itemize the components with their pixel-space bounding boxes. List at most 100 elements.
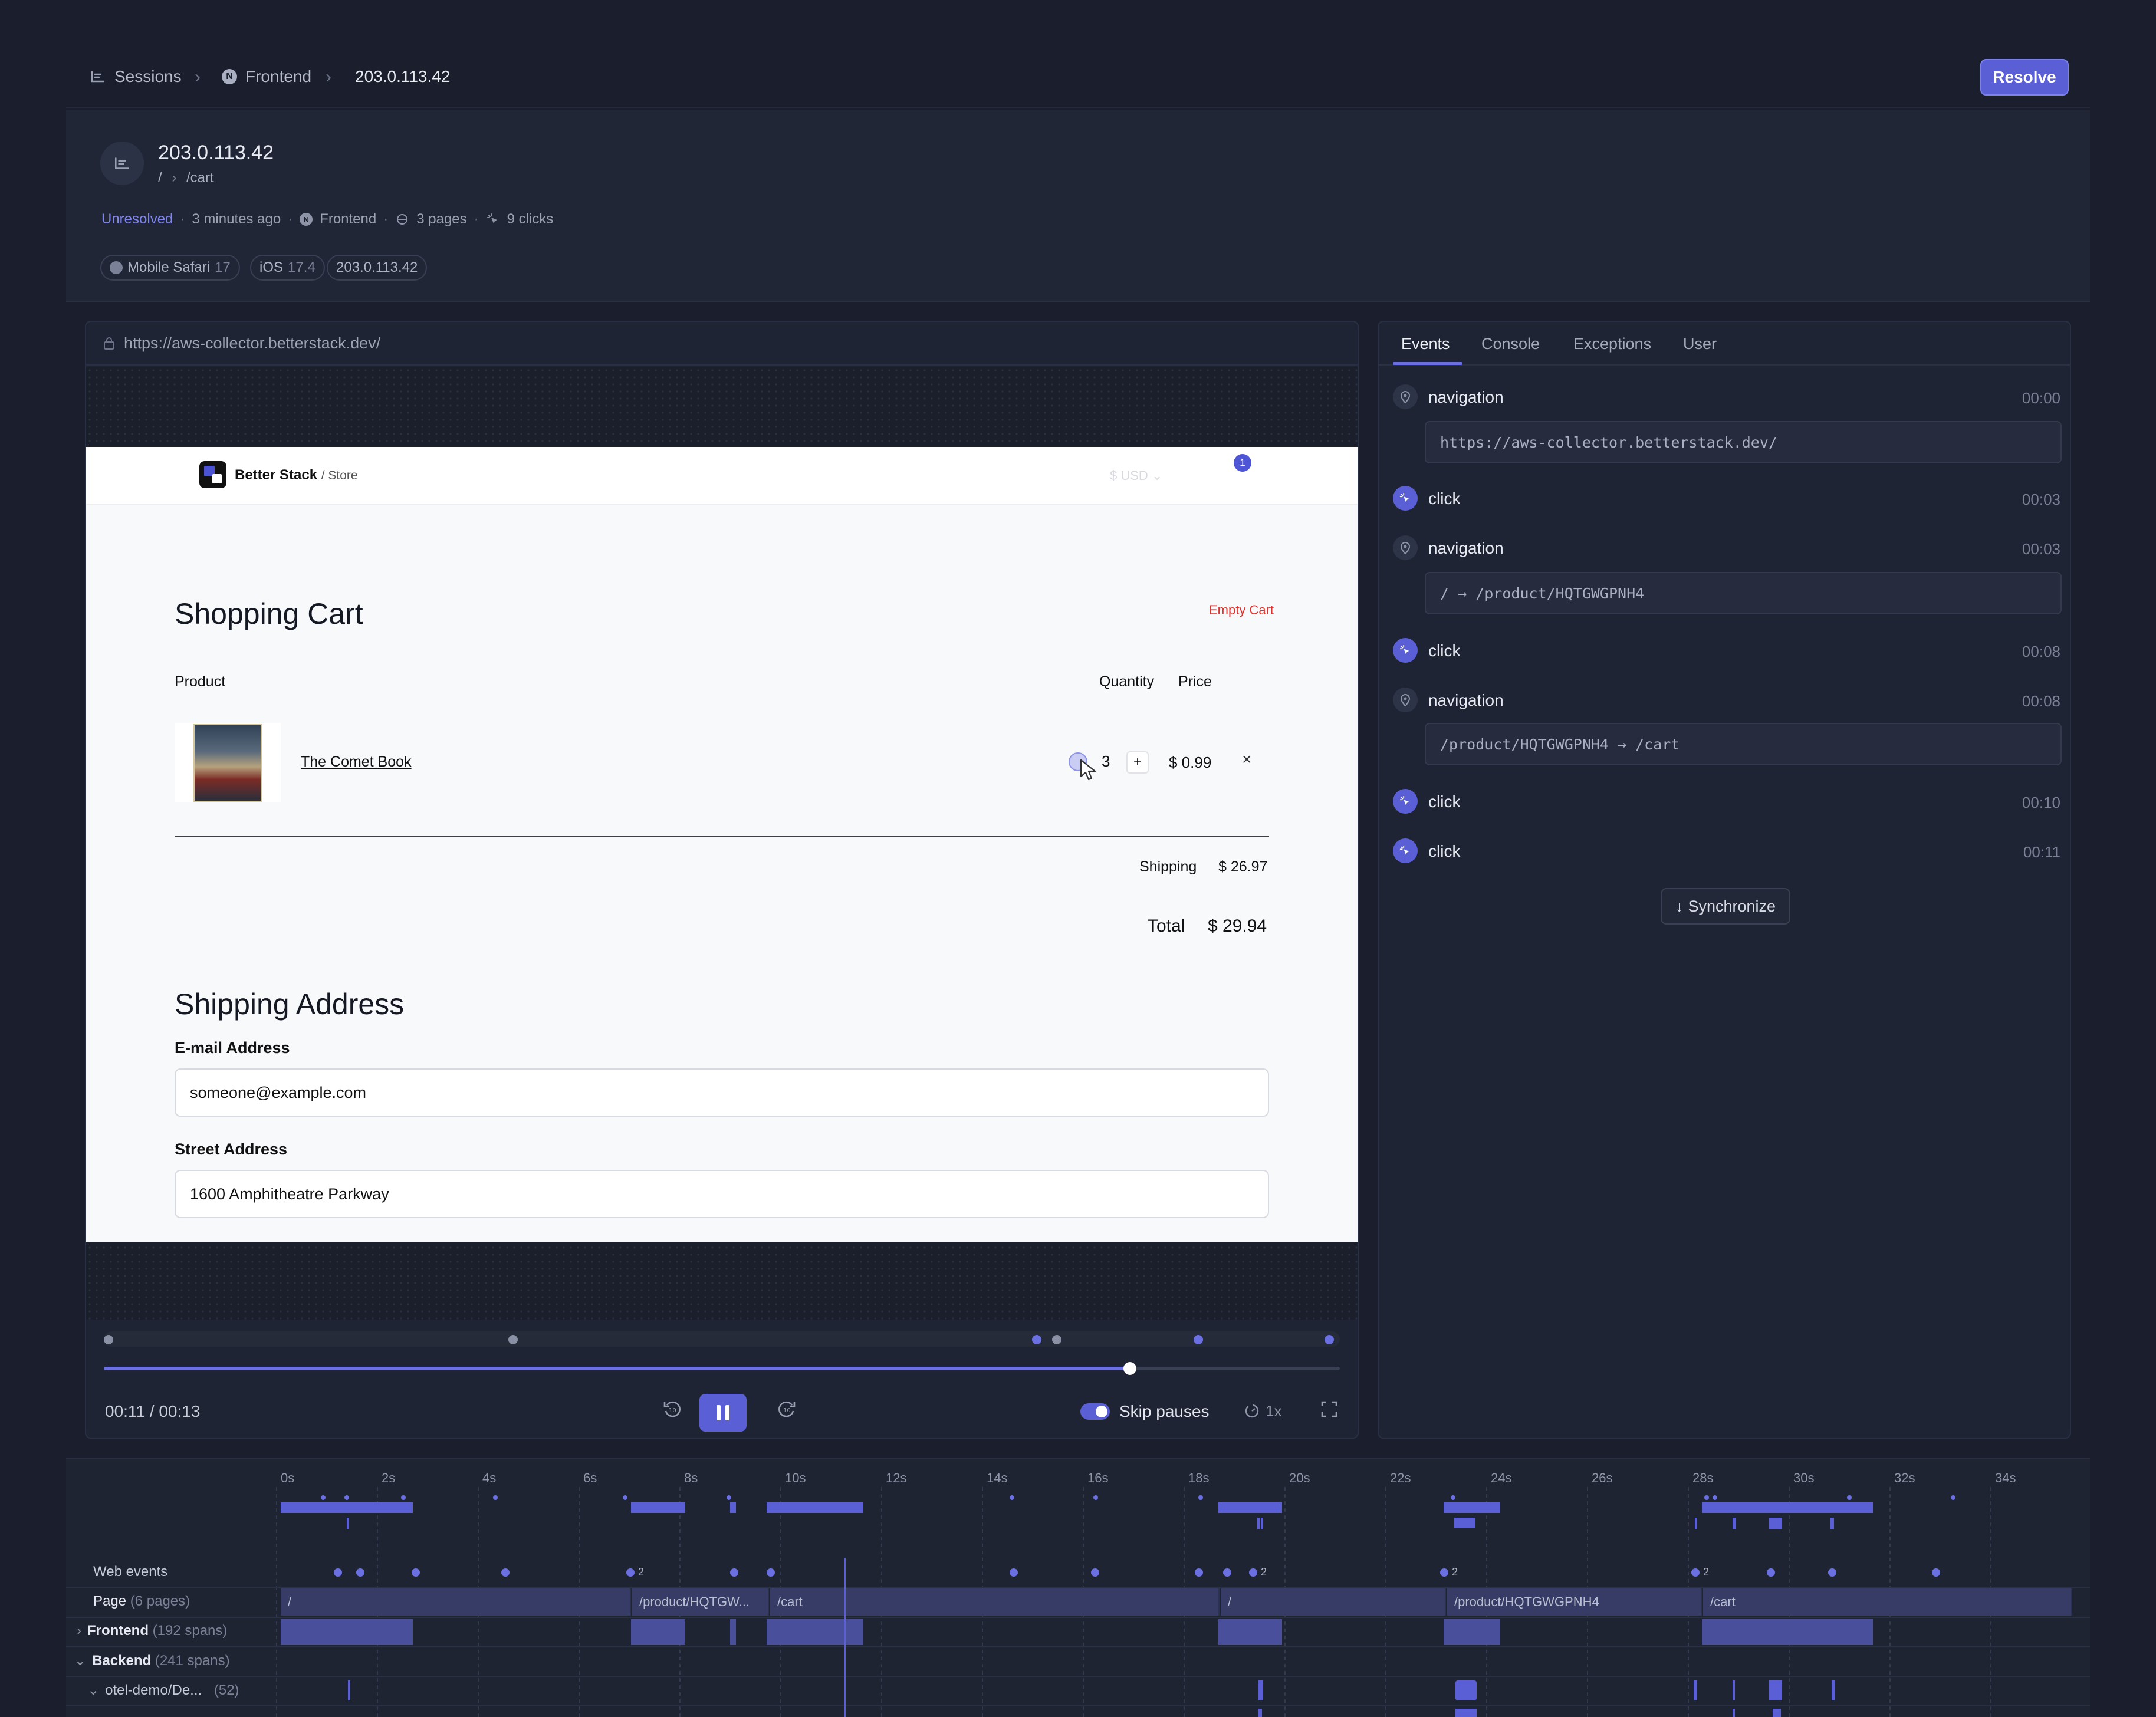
backend-span[interactable]: [1769, 1680, 1782, 1700]
overview-span[interactable]: [281, 1502, 413, 1513]
empty-cart-button[interactable]: Empty Cart: [1209, 603, 1274, 618]
web-event-dot[interactable]: [1691, 1568, 1700, 1577]
web-event-dot[interactable]: [334, 1568, 342, 1577]
web-event-dot[interactable]: [1828, 1568, 1836, 1577]
remove-item-button[interactable]: ×: [1242, 750, 1251, 769]
web-event-dot[interactable]: [1440, 1568, 1448, 1577]
overview-span[interactable]: [1830, 1518, 1834, 1529]
web-event-dot[interactable]: [730, 1568, 738, 1577]
page-segment[interactable]: /: [1221, 1588, 1446, 1616]
overview-span[interactable]: [1218, 1502, 1282, 1513]
web-event-dot[interactable]: [501, 1568, 510, 1577]
page-segment[interactable]: /cart: [770, 1588, 1220, 1616]
web-event-dot[interactable]: [356, 1568, 364, 1577]
overview-span[interactable]: [730, 1502, 736, 1513]
web-event-dot[interactable]: [1223, 1568, 1231, 1577]
web-event-dot[interactable]: [1767, 1568, 1775, 1577]
skip-pauses-toggle[interactable]: [1080, 1403, 1110, 1420]
web-event-dot[interactable]: [1010, 1568, 1018, 1577]
event-marker[interactable]: [104, 1335, 113, 1344]
event-marker[interactable]: [508, 1335, 518, 1344]
overview-span[interactable]: [1257, 1518, 1260, 1529]
event-type[interactable]: click: [1428, 792, 1460, 811]
backend-span[interactable]: [1455, 1680, 1477, 1700]
overview-span[interactable]: [1769, 1518, 1782, 1529]
frontend-span[interactable]: [631, 1619, 685, 1645]
overview-span[interactable]: [1702, 1502, 1873, 1513]
street-field[interactable]: 1600 Amphitheatre Parkway: [175, 1170, 1269, 1218]
overview-dot: [1713, 1495, 1717, 1500]
event-type[interactable]: navigation: [1428, 388, 1504, 407]
playback-speed[interactable]: 1x: [1243, 1402, 1281, 1420]
breadcrumb-project[interactable]: N Frontend: [222, 67, 311, 86]
overview-span[interactable]: [1444, 1502, 1500, 1513]
cart-count-badge[interactable]: 1: [1234, 454, 1251, 472]
overview-span[interactable]: [767, 1502, 863, 1513]
event-type[interactable]: click: [1428, 489, 1460, 508]
rewind-10-button[interactable]: 10: [659, 1396, 685, 1422]
event-marker[interactable]: [1194, 1335, 1203, 1344]
event-marker[interactable]: [1032, 1335, 1041, 1344]
backend-span[interactable]: [1258, 1680, 1263, 1700]
event-marker[interactable]: [1052, 1335, 1061, 1344]
web-event-dot[interactable]: [412, 1568, 420, 1577]
web-event-dot[interactable]: [1932, 1568, 1940, 1577]
currency-select[interactable]: $ USD ⌄: [1110, 468, 1162, 483]
pause-button[interactable]: [699, 1394, 747, 1432]
overview-span[interactable]: [347, 1518, 349, 1529]
overview-span[interactable]: [1695, 1518, 1697, 1529]
backend-span[interactable]: [1455, 1709, 1477, 1717]
timeline-playhead[interactable]: [844, 1558, 846, 1717]
status-badge[interactable]: Unresolved: [101, 211, 173, 228]
frontend-span[interactable]: [767, 1619, 863, 1645]
backend-span[interactable]: [348, 1680, 350, 1700]
quantity-increase-button[interactable]: +: [1126, 751, 1149, 774]
web-event-dot[interactable]: [1249, 1568, 1257, 1577]
web-event-dot[interactable]: [1195, 1568, 1203, 1577]
page-segment[interactable]: /product/HQTGW...: [632, 1588, 769, 1616]
fullscreen-button[interactable]: [1316, 1396, 1342, 1422]
frontend-span[interactable]: [1218, 1619, 1282, 1645]
event-type[interactable]: navigation: [1428, 539, 1504, 558]
page-segment[interactable]: /: [281, 1588, 631, 1616]
overview-span[interactable]: [1454, 1518, 1475, 1528]
row-backend[interactable]: ⌄ Backend (241 spans): [74, 1652, 230, 1669]
tab-user[interactable]: User: [1683, 335, 1717, 353]
synchronize-button[interactable]: ↓ Synchronize: [1661, 888, 1790, 925]
progress-handle[interactable]: [1123, 1362, 1136, 1375]
product-link[interactable]: The Comet Book: [301, 754, 412, 771]
event-marker[interactable]: [1325, 1335, 1334, 1344]
page-segment[interactable]: /cart: [1703, 1588, 2072, 1616]
backend-span[interactable]: [1773, 1709, 1781, 1717]
email-field[interactable]: someone@example.com: [175, 1068, 1269, 1117]
overview-span[interactable]: [1261, 1518, 1263, 1529]
page-segment[interactable]: /product/HQTGWGPNH4: [1447, 1588, 1702, 1616]
backend-span[interactable]: [1258, 1709, 1262, 1717]
tab-events[interactable]: Events: [1401, 335, 1450, 353]
backend-span[interactable]: [1733, 1709, 1735, 1717]
backend-span[interactable]: [1694, 1680, 1697, 1700]
web-event-dot[interactable]: [1091, 1568, 1099, 1577]
tab-console[interactable]: Console: [1481, 335, 1540, 353]
frontend-span[interactable]: [1702, 1619, 1873, 1645]
row-frontend[interactable]: › Frontend (192 spans): [77, 1623, 227, 1639]
event-type[interactable]: navigation: [1428, 691, 1504, 710]
event-type[interactable]: click: [1428, 842, 1460, 861]
frontend-span[interactable]: [281, 1619, 413, 1645]
overview-span[interactable]: [631, 1502, 685, 1513]
breadcrumb-sessions[interactable]: Sessions: [90, 67, 182, 86]
event-markers-track[interactable]: [104, 1331, 1340, 1347]
backend-span[interactable]: [1832, 1680, 1835, 1700]
backend-span[interactable]: [1733, 1680, 1735, 1700]
resolve-button[interactable]: Resolve: [1980, 59, 2069, 96]
web-event-dot[interactable]: [767, 1568, 775, 1577]
tab-exceptions[interactable]: Exceptions: [1573, 335, 1651, 353]
frontend-span[interactable]: [730, 1619, 736, 1645]
forward-10-button[interactable]: 10: [774, 1396, 800, 1422]
event-type[interactable]: click: [1428, 642, 1460, 660]
row-service[interactable]: ⌄ otel-demo/De... (52): [87, 1682, 239, 1699]
overview-span[interactable]: [1733, 1518, 1736, 1529]
web-event-dot[interactable]: [626, 1568, 635, 1577]
product-image[interactable]: [175, 723, 281, 802]
frontend-span[interactable]: [1444, 1619, 1500, 1645]
